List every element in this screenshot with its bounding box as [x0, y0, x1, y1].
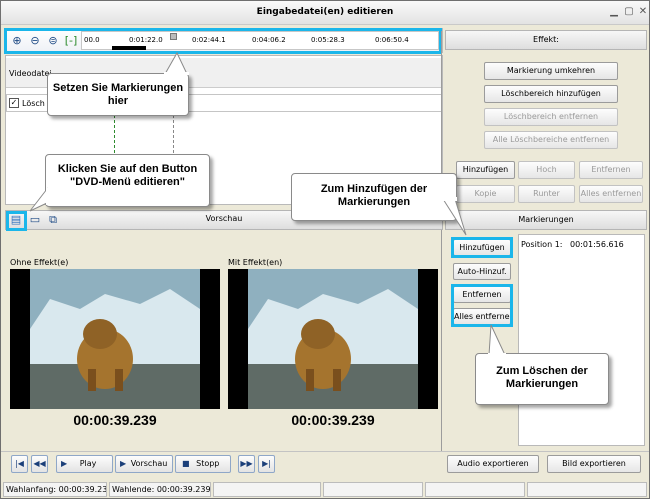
delete-track-checkbox[interactable]: ✓ [9, 98, 19, 108]
preview-button[interactable]: ▶ Vorschau [115, 455, 173, 473]
callout-delete-markers-tail [488, 324, 506, 357]
timecode-effect: 00:00:39.239 [291, 412, 375, 428]
preview-video-effect [228, 269, 438, 409]
markers-list-item[interactable]: Position 1: 00:01:56.616 [521, 240, 624, 249]
status-selection-end: Wahlende: 00:00:39.239 [109, 482, 211, 497]
fast-forward-icon[interactable]: ▶▶ [238, 455, 255, 473]
export-image-button[interactable]: Bild exportieren [547, 455, 641, 473]
invert-marking-button[interactable]: Markierung umkehren [484, 62, 618, 80]
add-delete-range-button[interactable]: Löschbereich hinzufügen [484, 85, 618, 103]
effect-up-button[interactable]: Hoch [518, 161, 575, 179]
status-cell [323, 482, 423, 497]
preview-button-label: Vorschau [130, 459, 168, 468]
effect-remove-button[interactable]: Entfernen [579, 161, 643, 179]
status-cell [527, 482, 647, 497]
effect-add-button[interactable]: Hinzufügen [456, 161, 515, 179]
window-title: Eingabedatei(en) editieren [256, 7, 394, 17]
title-bar: Eingabedatei(en) editieren ▁ ▢ ✕ [1, 1, 649, 25]
windows-icon[interactable]: ⧉ [46, 213, 60, 227]
preview-video-original [10, 269, 220, 409]
timeline-highlight-box [4, 28, 442, 54]
stop-icon: ■ [182, 459, 190, 468]
minimize-icon[interactable]: ▁ [607, 6, 621, 19]
with-effect-label: Mit Effekt(en) [228, 258, 283, 267]
editor-window: Eingabedatei(en) editieren ▁ ▢ ✕ ⊕ ⊖ ⊜ [… [0, 0, 650, 499]
status-cell [213, 482, 321, 497]
callout-set-markers: Setzen Sie Markierungen hier [47, 73, 189, 116]
dvd-menu-highlight-box [6, 211, 27, 231]
delete-track-label: Lösch [22, 99, 45, 108]
skip-end-icon[interactable]: ▶| [258, 455, 275, 473]
without-effect-label: Ohne Effekt(e) [10, 258, 69, 267]
callout-delete-markers: Zum Löschen der Markierungen [475, 353, 609, 405]
marker-position-label: Position 1: [521, 240, 563, 249]
play-button-label: Play [79, 459, 97, 468]
marker-auto-add-button[interactable]: Auto-Hinzuf. [453, 263, 511, 280]
video-frame [10, 269, 220, 409]
timecode-original: 00:00:39.239 [73, 412, 157, 428]
marker-position-value: 00:01:56.616 [570, 240, 624, 249]
markers-header: Markierungen [445, 210, 647, 230]
remove-all-delete-ranges-button[interactable]: Alle Löschbereiche entfernen [484, 131, 618, 149]
callout-add-markers: Zum Hinzufügen der Markierungen [291, 173, 457, 221]
remove-delete-range-button[interactable]: Löschbereich entfernen [484, 108, 618, 126]
preview-play-icon: ▶ [120, 459, 127, 468]
status-cell [425, 482, 525, 497]
status-selection-start: Wahlanfang: 00:00:39.239 [3, 482, 107, 497]
stop-button-label: Stopp [196, 459, 220, 468]
play-icon: ▶ [61, 459, 68, 468]
effect-down-button[interactable]: Runter [518, 185, 575, 203]
video-frame [228, 269, 438, 409]
splitter[interactable] [441, 31, 442, 451]
play-button[interactable]: ▶ Play [56, 455, 113, 473]
callout-dvd-menu: Klicken Sie auf den Button "DVD-Menü edi… [45, 154, 210, 207]
skip-start-icon[interactable]: |◀ [11, 455, 28, 473]
effect-remove-all-button[interactable]: Alles entfernen [579, 185, 643, 203]
rewind-icon[interactable]: ◀◀ [31, 455, 48, 473]
controls-divider [1, 451, 649, 452]
effect-header: Effekt: [445, 30, 647, 50]
callout-add-markers-tail [441, 197, 467, 236]
video-track-label: Videodatei [9, 69, 52, 78]
markers-list[interactable] [518, 234, 645, 446]
export-audio-button[interactable]: Audio exportieren [447, 455, 539, 473]
marker-add-highlight-box [451, 237, 513, 258]
window-icon[interactable]: ▭ [28, 213, 42, 227]
close-icon[interactable]: ✕ [636, 6, 649, 19]
stop-button[interactable]: ■ Stopp [175, 455, 231, 473]
marker-remove-highlight-box [451, 284, 513, 327]
callout-set-markers-tail [164, 51, 189, 75]
callout-dvd-menu-tail [29, 187, 50, 212]
maximize-icon[interactable]: ▢ [622, 6, 636, 19]
